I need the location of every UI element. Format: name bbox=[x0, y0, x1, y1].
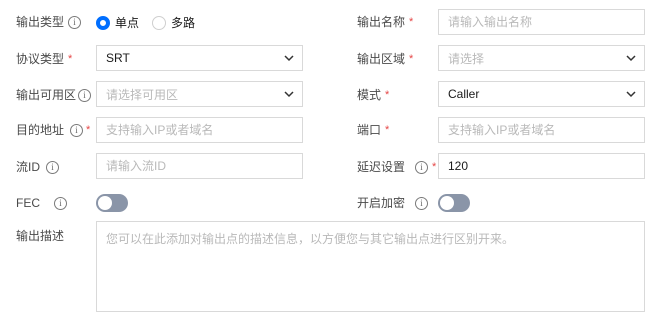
output-type-label: 输出类型 i bbox=[16, 15, 82, 29]
dest-address-label-text: 目的地址 bbox=[16, 123, 65, 137]
output-zone-label: 输出可用区 i bbox=[16, 88, 92, 102]
chevron-down-icon bbox=[626, 55, 636, 62]
required-mark: * bbox=[68, 53, 73, 65]
info-circle-icon[interactable]: i bbox=[78, 88, 92, 102]
dest-address-label: 目的地址 i * bbox=[16, 123, 90, 137]
radio-single-point-label: 单点 bbox=[115, 16, 140, 30]
chevron-down-icon bbox=[284, 91, 294, 98]
radio-single-point[interactable]: 单点 bbox=[96, 14, 139, 31]
protocol-select[interactable]: SRT bbox=[96, 45, 303, 71]
protocol-label-text: 协议类型 bbox=[16, 52, 65, 66]
required-mark: * bbox=[86, 124, 91, 136]
info-circle-icon[interactable]: i bbox=[415, 196, 429, 210]
output-region-placeholder: 请选择 bbox=[448, 51, 485, 66]
output-region-label-text: 输出区域 bbox=[357, 52, 406, 66]
latency-input[interactable] bbox=[438, 153, 645, 179]
stream-id-input[interactable] bbox=[96, 153, 303, 179]
port-label: 端口 * bbox=[357, 123, 389, 137]
output-region-select[interactable]: 请选择 bbox=[438, 45, 645, 71]
required-mark: * bbox=[432, 161, 437, 173]
info-circle-icon[interactable]: i bbox=[70, 123, 84, 137]
mode-select[interactable]: Caller bbox=[438, 81, 645, 107]
port-input[interactable] bbox=[438, 117, 645, 143]
toggle-knob bbox=[98, 196, 112, 210]
chevron-down-icon bbox=[626, 91, 636, 98]
output-name-label: 输出名称 * bbox=[357, 15, 413, 29]
required-mark: * bbox=[385, 89, 390, 101]
mode-select-value: Caller bbox=[448, 87, 480, 101]
required-mark: * bbox=[409, 16, 414, 28]
fec-toggle[interactable] bbox=[96, 194, 128, 212]
output-region-label: 输出区域 * bbox=[357, 52, 413, 66]
toggle-knob bbox=[440, 196, 454, 210]
radio-multi-route-label: 多路 bbox=[171, 16, 196, 30]
required-mark: * bbox=[385, 124, 390, 136]
stream-id-label-text: 流ID bbox=[16, 160, 41, 174]
radio-selected-icon bbox=[96, 15, 110, 30]
encryption-label-text: 开启加密 bbox=[357, 196, 406, 210]
protocol-label: 协议类型 * bbox=[16, 52, 72, 66]
mode-label-text: 模式 bbox=[357, 88, 382, 102]
output-name-label-text: 输出名称 bbox=[357, 15, 406, 29]
output-name-input[interactable] bbox=[438, 9, 645, 35]
output-type-label-text: 输出类型 bbox=[16, 15, 65, 29]
description-label-text: 输出描述 bbox=[16, 229, 65, 243]
output-zone-select[interactable]: 请选择可用区 bbox=[96, 81, 303, 107]
required-mark: * bbox=[409, 53, 414, 65]
description-label: 输出描述 bbox=[16, 229, 64, 243]
protocol-select-value: SRT bbox=[106, 51, 130, 65]
stream-id-label: 流ID i bbox=[16, 160, 60, 174]
latency-label: 延迟设置 i * bbox=[357, 160, 436, 174]
info-circle-icon[interactable]: i bbox=[415, 160, 429, 174]
description-textarea[interactable] bbox=[96, 221, 645, 312]
info-circle-icon[interactable]: i bbox=[68, 15, 82, 29]
mode-label: 模式 * bbox=[357, 88, 389, 102]
radio-multi-route[interactable]: 多路 bbox=[152, 14, 195, 31]
info-circle-icon[interactable]: i bbox=[54, 196, 67, 210]
chevron-down-icon bbox=[284, 55, 294, 62]
port-label-text: 端口 bbox=[357, 123, 382, 137]
encryption-toggle[interactable] bbox=[438, 194, 470, 212]
latency-label-text: 延迟设置 bbox=[357, 160, 406, 174]
radio-unselected-icon bbox=[152, 15, 166, 30]
output-zone-placeholder: 请选择可用区 bbox=[106, 87, 179, 102]
fec-label-text: FEC bbox=[16, 196, 40, 210]
output-zone-label-text: 输出可用区 bbox=[16, 88, 77, 102]
encryption-label: 开启加密 i bbox=[357, 196, 429, 210]
dest-address-input[interactable] bbox=[96, 117, 303, 143]
fec-label: FEC i bbox=[16, 196, 67, 210]
info-circle-icon[interactable]: i bbox=[46, 160, 60, 174]
